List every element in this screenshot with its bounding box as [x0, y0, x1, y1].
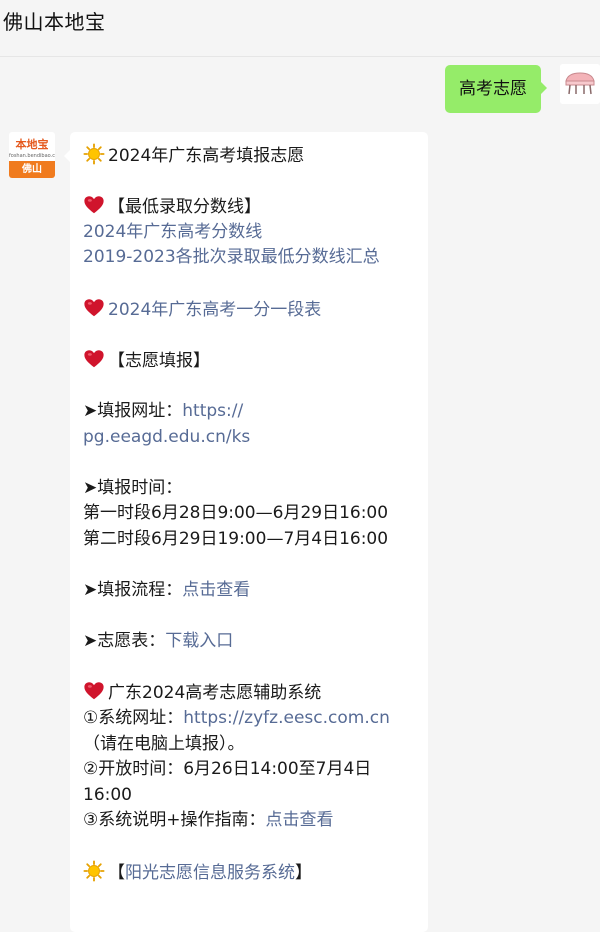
red-heart-emoji-icon: [83, 680, 105, 702]
avatar-site-text: foshan.bendibao.com: [9, 153, 55, 159]
assist-system-url-link[interactable]: https://zyfz.eesc.com.cn: [183, 708, 390, 728]
red-heart-emoji-icon: [83, 348, 105, 370]
time-period-2: 第二时段6月29日19:00—7月4日16:00: [83, 528, 389, 549]
message-title-line: 2024年广东高考填报志愿: [83, 143, 425, 169]
incoming-message-bubble: 2024年广东高考填报志愿 【最低录取分数线】 2024年广东高考分数线 201…: [64, 132, 428, 932]
assist-item3-label: ③系统说明+操作指南：: [83, 810, 266, 831]
assist-heading-line: 广东2024高考志愿辅助系统: [83, 680, 425, 706]
process-view-link[interactable]: 点击查看: [182, 580, 250, 600]
assist-guide-link[interactable]: 点击查看: [265, 810, 333, 830]
sunshine-line: 【阳光志愿信息服务系统】: [83, 860, 425, 886]
sunshine-bracket-close: 】: [295, 862, 312, 883]
site-url-link[interactable]: https://: [182, 401, 243, 421]
assist-heading: 广东2024高考志愿辅助系统: [108, 683, 322, 704]
red-heart-emoji-icon: [83, 194, 105, 216]
message-content: 2024年广东高考填报志愿 【最低录取分数线】 2024年广东高考分数线 201…: [83, 143, 425, 885]
assist-item2-label: ②开放时间：6月26日14:00至7月4日: [83, 759, 372, 780]
form-download-link[interactable]: 下载入口: [165, 631, 233, 651]
user-avatar[interactable]: [560, 64, 600, 104]
form-label: ➤志愿表：: [83, 631, 166, 652]
time-label: ➤填报时间：: [83, 477, 183, 498]
avatar-city-label: 佛山: [9, 161, 55, 178]
outgoing-message-bubble[interactable]: 高考志愿: [445, 65, 547, 113]
sunshine-system-link[interactable]: 阳光志愿信息服务系统: [125, 863, 295, 883]
assist-item1-label: ①系统网址：: [83, 708, 184, 729]
red-heart-emoji-icon: [83, 297, 105, 319]
avatar-brand-text: 本地宝: [15, 138, 49, 151]
assist-item1-note: （请在电脑上填报）。: [83, 733, 245, 754]
score-history-link[interactable]: 2019-2023各批次录取最低分数线汇总: [83, 247, 380, 267]
process-label: ➤填报流程：: [83, 580, 183, 601]
chat-title: 佛山本地宝: [3, 10, 106, 34]
sun-emoji-icon: [83, 143, 105, 165]
score-line-2024-link[interactable]: 2024年广东高考分数线: [83, 222, 262, 242]
yifen-line: 2024年广东高考一分一段表: [83, 297, 425, 323]
user-avatar-image-icon: [560, 64, 600, 104]
time-period-1: 第一时段6月28日9:00—6月29日16:00: [83, 503, 389, 524]
yifen-duan-link[interactable]: 2024年广东高考一分一段表: [108, 300, 321, 320]
chat-header: 佛山本地宝: [0, 0, 600, 57]
fill-heading: 【志愿填报】: [108, 350, 210, 371]
account-avatar[interactable]: 本地宝 foshan.bendibao.com 佛山: [9, 132, 55, 178]
score-heading: 【最低录取分数线】: [108, 197, 261, 218]
message-title: 2024年广东高考填报志愿: [108, 146, 305, 166]
sun-emoji-icon: [83, 860, 105, 882]
site-label: ➤填报网址：: [83, 400, 183, 421]
score-heading-line: 【最低录取分数线】: [83, 194, 425, 220]
fill-heading-line: 【志愿填报】: [83, 348, 425, 374]
assist-item2-cont: 16:00: [83, 784, 132, 805]
sunshine-bracket-open: 【: [108, 862, 125, 883]
site-url-link-cont[interactable]: pg.eeagd.edu.cn/ks: [83, 427, 250, 447]
